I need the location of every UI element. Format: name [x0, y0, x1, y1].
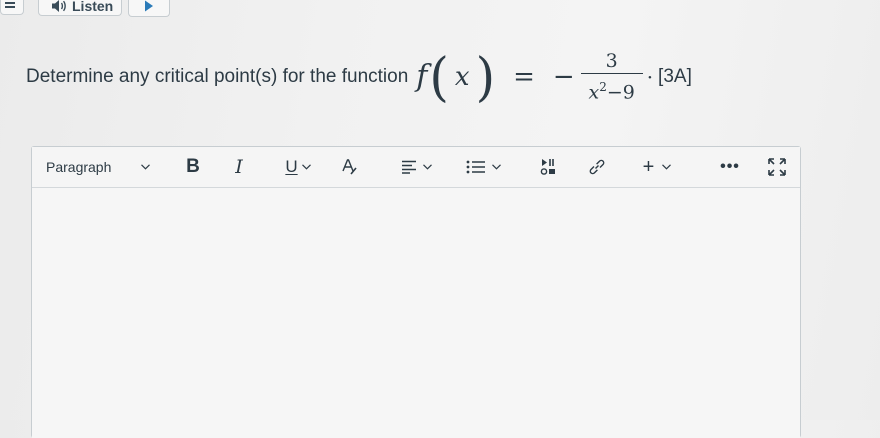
fullscreen-button[interactable] — [764, 147, 790, 187]
chevron-down-icon — [141, 164, 150, 170]
play-icon — [145, 0, 153, 12]
chevron-down-icon — [301, 164, 311, 170]
listen-label: Listen — [72, 0, 114, 14]
link-icon — [589, 159, 605, 175]
editor-toolbar: Paragraph B I U + ••• — [32, 147, 800, 188]
more-options-button[interactable]: ••• — [715, 147, 745, 187]
function-formula: f ( x ) = − 3 x2−9 · — [416, 50, 658, 103]
media-button[interactable] — [535, 147, 565, 187]
marks-label: [3A] — [658, 66, 692, 87]
function-name: f — [416, 59, 428, 95]
bold-button[interactable]: B — [180, 147, 206, 187]
bold-icon: B — [186, 156, 200, 177]
ellipsis-icon: ••• — [720, 158, 740, 175]
underline-icon: U — [285, 157, 298, 176]
menu-button[interactable] — [0, 0, 24, 15]
denominator-base: x — [588, 81, 600, 104]
trailing-dot: · — [646, 64, 654, 89]
block-format-select[interactable]: Paragraph — [38, 147, 156, 187]
chevron-down-icon — [491, 164, 501, 170]
speaker-icon — [52, 0, 66, 12]
fraction-bar — [580, 73, 643, 75]
left-paren: ( — [429, 46, 449, 108]
fraction: 3 x2−9 — [580, 50, 643, 104]
link-button[interactable] — [584, 147, 610, 187]
bullet-list-icon — [466, 160, 485, 174]
text-color-button[interactable] — [336, 147, 362, 187]
list-button[interactable] — [457, 147, 509, 187]
question-prompt: Determine any critical point(s) for the … — [26, 46, 692, 108]
listen-button[interactable]: Listen — [38, 0, 122, 16]
fraction-numerator: 3 — [605, 50, 618, 73]
play-button[interactable] — [128, 0, 170, 17]
insert-button[interactable]: + — [632, 147, 682, 187]
denominator-exponent: 2 — [599, 80, 607, 95]
top-bar: Listen — [0, 0, 880, 20]
rich-text-editor: Paragraph B I U + ••• — [31, 146, 801, 438]
question-text: Determine any critical point(s) for the … — [26, 66, 409, 87]
editor-content-area[interactable] — [32, 188, 800, 438]
align-button[interactable] — [394, 147, 438, 187]
italic-icon: I — [235, 156, 243, 178]
negative-sign: − — [552, 61, 575, 92]
fraction-denominator: x2−9 — [589, 76, 635, 103]
align-left-icon — [401, 160, 416, 174]
hamburger-icon — [5, 0, 15, 8]
media-icon — [540, 159, 555, 175]
function-variable: x — [454, 61, 470, 92]
block-format-label: Paragraph — [46, 159, 112, 175]
expand-icon — [768, 158, 786, 176]
right-paren: ) — [475, 46, 496, 108]
chevron-down-icon — [422, 164, 432, 170]
equals-sign: = — [513, 61, 535, 92]
chevron-down-icon — [662, 164, 672, 170]
denominator-rest: −9 — [606, 81, 635, 104]
plus-icon: + — [642, 155, 655, 178]
underline-button[interactable]: U — [276, 147, 320, 187]
italic-button[interactable]: I — [228, 147, 250, 187]
text-color-icon — [342, 159, 357, 175]
